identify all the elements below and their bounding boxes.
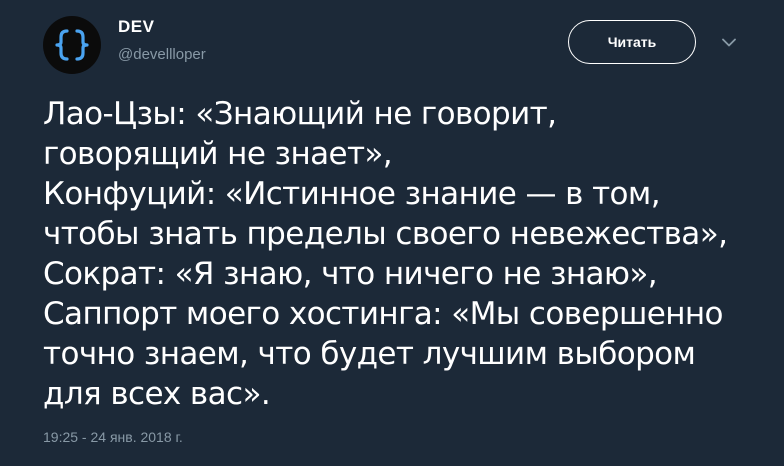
tweet-text: Лао-Цзы: «Знающий не говорит, говорящий … bbox=[43, 94, 758, 414]
tweet-text-line: чтобы знать пределы своего невежества», bbox=[43, 216, 728, 252]
follow-button[interactable]: Читать bbox=[568, 20, 696, 64]
tweet-text-line: Конфуций: «Истинное знание — в том, bbox=[43, 176, 661, 212]
tweet-text-line: Саппорт моего хостинга: «Мы совершенно bbox=[43, 296, 724, 332]
tweet-text-line: Сократ: «Я знаю, что ничего не знаю», bbox=[43, 256, 658, 292]
tweet-text-line: Лао-Цзы: «Знающий не говорит, bbox=[43, 96, 557, 132]
avatar[interactable] bbox=[43, 16, 101, 74]
chevron-down-icon[interactable] bbox=[721, 36, 737, 48]
tweet-text-line: говорящий не знает», bbox=[43, 136, 393, 172]
author-display-name[interactable]: DEV bbox=[118, 17, 154, 37]
tweet-text-line: для всех вас». bbox=[43, 376, 271, 412]
tweet-text-line: точно знаем, что будет лучшим выбором bbox=[43, 336, 696, 372]
tweet-timestamp[interactable]: 19:25 - 24 янв. 2018 г. bbox=[43, 429, 183, 445]
curly-braces-icon bbox=[55, 29, 89, 61]
author-handle[interactable]: @devellloper bbox=[118, 46, 206, 64]
tweet-card: DEV @devellloper Читать Лао-Цзы: «Знающи… bbox=[0, 0, 784, 466]
